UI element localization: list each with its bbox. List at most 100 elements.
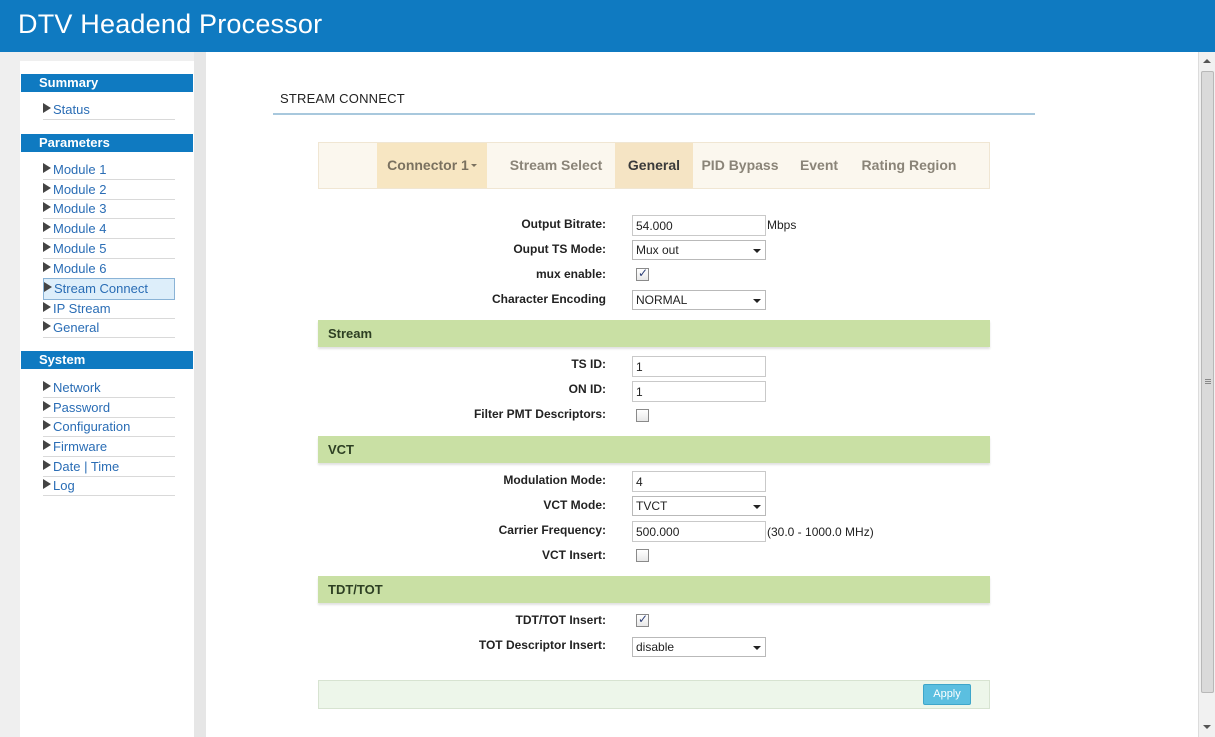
check-icon: ✓ — [638, 612, 649, 626]
sidebar: Summary Status Parameters Module 1 Modul… — [20, 61, 194, 737]
carrier-frequency-label: Carrier Frequency: — [498, 523, 606, 537]
stream-section-header: Stream — [318, 320, 990, 347]
sidebar-item-password[interactable]: Password — [43, 398, 175, 418]
sidebar-item-module-2[interactable]: Module 2 — [43, 180, 175, 200]
filter-pmt-checkbox[interactable] — [636, 409, 649, 422]
tot-descriptor-insert-select[interactable]: disable — [632, 637, 766, 657]
tdt-tot-insert-label: TDT/TOT Insert: — [515, 613, 606, 627]
tab-rating-region[interactable]: Rating Region — [855, 143, 963, 188]
sidebar-item-label: Module 1 — [53, 162, 107, 177]
character-encoding-label: Character Encoding — [491, 292, 606, 306]
on-id-label: ON ID: — [568, 382, 606, 396]
carrier-frequency-range: (30.0 - 1000.0 MHz) — [767, 525, 874, 539]
vct-mode-label: VCT Mode: — [543, 498, 606, 512]
title-divider — [273, 113, 1035, 115]
triangle-right-icon — [43, 222, 51, 232]
triangle-right-icon — [43, 381, 51, 391]
tdt-tot-insert-checkbox[interactable]: ✓ — [636, 612, 649, 627]
triangle-right-icon — [43, 242, 51, 252]
triangle-right-icon — [43, 302, 51, 312]
scroll-down-icon[interactable] — [1203, 725, 1211, 729]
vct-insert-checkbox[interactable] — [636, 549, 649, 562]
sidebar-item-general[interactable]: General — [43, 318, 175, 338]
sidebar-item-log[interactable]: Log — [43, 476, 175, 496]
sidebar-item-label: Stream Connect — [54, 281, 148, 296]
character-encoding-select[interactable]: NORMAL — [632, 290, 766, 310]
sidebar-item-stream-connect[interactable]: Stream Connect — [43, 278, 175, 300]
triangle-right-icon — [43, 460, 51, 470]
vct-mode-select[interactable]: TVCT — [632, 496, 766, 516]
tot-descriptor-insert-label: TOT Descriptor Insert: — [478, 638, 606, 652]
tab-bar: Connector 1 Stream Select General PID By… — [318, 142, 990, 189]
sidebar-item-configuration[interactable]: Configuration — [43, 417, 175, 437]
scrollbar-thumb[interactable] — [1201, 71, 1214, 693]
tab-general[interactable]: General — [615, 143, 693, 188]
mux-enable-checkbox[interactable]: ✓ — [636, 266, 649, 281]
sidebar-item-label: Configuration — [53, 419, 131, 434]
sidebar-section-parameters: Parameters — [21, 134, 193, 152]
check-icon: ✓ — [638, 266, 649, 280]
select-value: NORMAL — [636, 293, 688, 307]
on-id-input[interactable] — [632, 381, 766, 402]
sidebar-item-label: Module 2 — [53, 182, 107, 197]
app-title: DTV Headend Processor — [18, 9, 323, 39]
vct-section-header: VCT — [318, 436, 990, 463]
grip-line — [1205, 383, 1211, 384]
sidebar-item-label: Module 4 — [53, 221, 107, 236]
chevron-down-icon — [753, 505, 761, 509]
tab-event[interactable]: Event — [793, 143, 845, 188]
output-ts-mode-label: Ouput TS Mode: — [513, 242, 606, 256]
select-value: Mux out — [636, 243, 679, 257]
page-title: STREAM CONNECT — [280, 91, 405, 106]
tab-connector-1[interactable]: Connector 1 — [377, 143, 487, 188]
output-ts-mode-select[interactable]: Mux out — [632, 240, 766, 260]
ts-id-input[interactable] — [632, 356, 766, 377]
tab-label: Event — [799, 157, 839, 173]
scroll-up-icon[interactable] — [1203, 59, 1211, 63]
sidebar-item-label: Module 5 — [53, 241, 107, 256]
tab-stream-select[interactable]: Stream Select — [499, 143, 613, 188]
sidebar-item-network[interactable]: Network — [43, 378, 175, 398]
tab-label: Rating Region — [861, 157, 957, 173]
triangle-right-icon — [43, 440, 51, 450]
triangle-right-icon — [43, 202, 51, 212]
triangle-right-icon — [43, 262, 51, 272]
sidebar-item-module-5[interactable]: Module 5 — [43, 239, 175, 259]
tab-label: General — [627, 157, 681, 173]
select-value: disable — [636, 640, 675, 654]
main-content: STREAM CONNECT Connector 1 Stream Select… — [206, 52, 1198, 737]
sidebar-item-label: IP Stream — [53, 301, 111, 316]
output-bitrate-label: Output Bitrate: — [521, 217, 606, 231]
ts-id-label: TS ID: — [571, 357, 606, 371]
sidebar-gutter — [194, 52, 206, 737]
apply-button[interactable]: Apply — [923, 684, 971, 705]
output-bitrate-input[interactable] — [632, 215, 766, 236]
sidebar-item-label: Status — [53, 102, 90, 117]
triangle-right-icon — [43, 420, 51, 430]
sidebar-item-ip-stream[interactable]: IP Stream — [43, 299, 175, 319]
sidebar-section-system: System — [21, 351, 193, 369]
sidebar-item-module-4[interactable]: Module 4 — [43, 219, 175, 239]
sidebar-item-label: Module 3 — [53, 201, 107, 216]
sidebar-item-date-time[interactable]: Date | Time — [43, 457, 175, 477]
sidebar-item-label: Module 6 — [53, 261, 107, 276]
carrier-frequency-input[interactable] — [632, 521, 766, 542]
triangle-right-icon — [44, 282, 52, 292]
chevron-down-icon — [753, 249, 761, 253]
triangle-right-icon — [43, 321, 51, 331]
sidebar-item-module-6[interactable]: Module 6 — [43, 259, 175, 279]
sidebar-item-firmware[interactable]: Firmware — [43, 437, 175, 457]
modulation-mode-input[interactable] — [632, 471, 766, 492]
vct-insert-label: VCT Insert: — [541, 548, 606, 562]
tab-label: PID Bypass — [701, 157, 779, 173]
tab-pid-bypass[interactable]: PID Bypass — [697, 143, 783, 188]
sidebar-item-module-3[interactable]: Module 3 — [43, 199, 175, 219]
vertical-scrollbar[interactable] — [1198, 52, 1215, 737]
sidebar-item-label: General — [53, 320, 100, 335]
select-value: TVCT — [636, 499, 668, 513]
triangle-right-icon — [43, 401, 51, 411]
sidebar-item-module-1[interactable]: Module 1 — [43, 160, 175, 180]
chevron-down-icon — [753, 646, 761, 650]
sidebar-item-label: Password — [53, 400, 111, 415]
sidebar-item-status[interactable]: Status — [43, 100, 175, 120]
